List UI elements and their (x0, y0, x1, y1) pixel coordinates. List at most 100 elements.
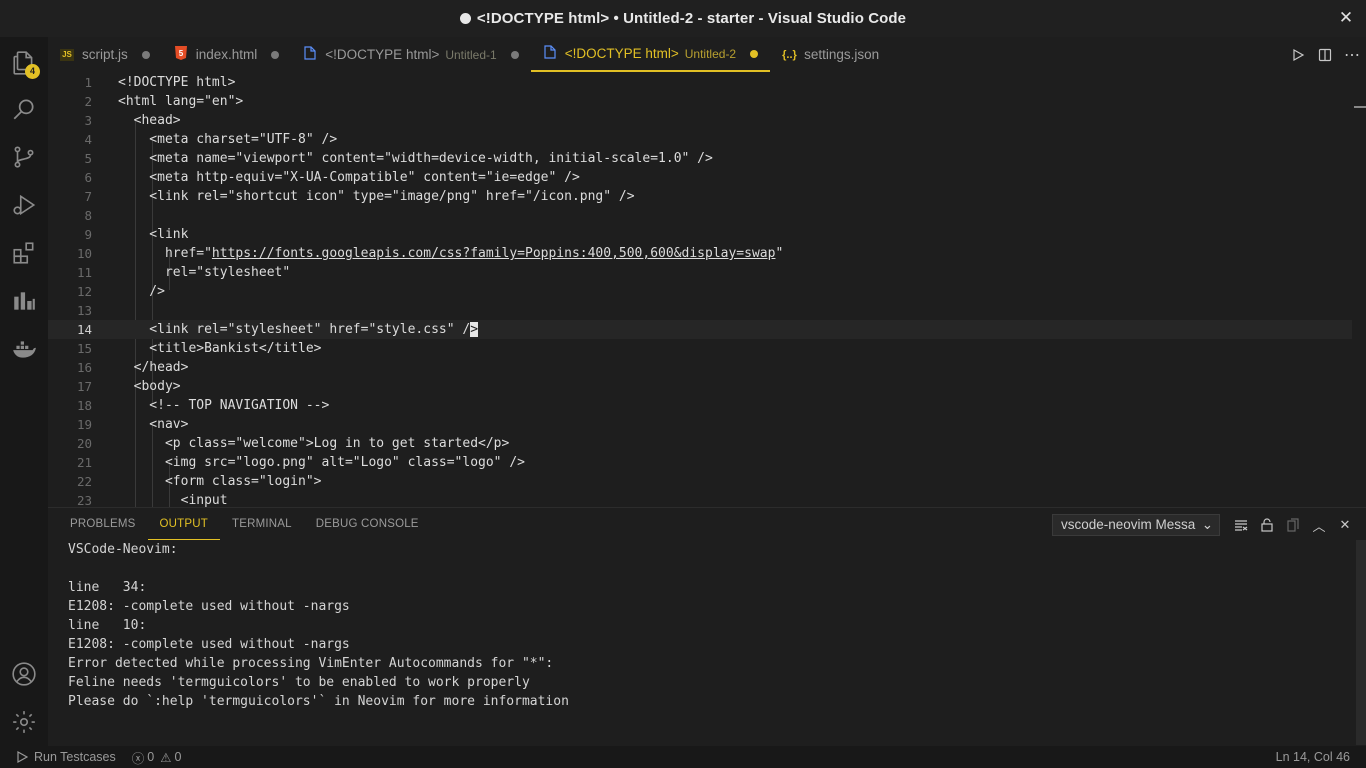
tab-terminal[interactable]: TERMINAL (220, 508, 304, 540)
settings-gear-icon[interactable] (0, 698, 48, 746)
cursor-position[interactable]: Ln 14, Col 46 (1276, 746, 1350, 768)
more-actions-icon[interactable]: ⋯ (1339, 42, 1365, 68)
code-text: rel="stylesheet" (118, 265, 291, 280)
code-text: <link rel="shortcut icon" type="image/pn… (118, 189, 635, 204)
code-line[interactable]: 18 <!-- TOP NAVIGATION --> (48, 396, 1352, 415)
line-number: 3 (84, 113, 92, 128)
code-line[interactable]: 4 <meta charset="UTF-8" /> (48, 130, 1352, 149)
tab-untitled-1[interactable]: <!DOCTYPE html> Untitled-1 (291, 37, 530, 72)
code-line[interactable]: 10 href="https://fonts.googleapis.com/cs… (48, 244, 1352, 263)
file-icon (303, 46, 317, 63)
tab-label: settings.json (804, 47, 880, 62)
line-number: 6 (84, 170, 92, 185)
modified-dot-icon[interactable] (510, 50, 519, 59)
line-number: 10 (76, 246, 92, 261)
code-line[interactable]: 11 rel="stylesheet" (48, 263, 1352, 282)
code-text: <meta name="viewport" content="width=dev… (118, 151, 713, 166)
code-line[interactable]: 22 <form class="login"> (48, 472, 1352, 491)
code-line[interactable]: 19 <nav> (48, 415, 1352, 434)
code-line[interactable]: 15 <title>Bankist</title> (48, 339, 1352, 358)
warning-count: 0 (174, 750, 182, 764)
panel-scrollbar[interactable] (1356, 540, 1366, 745)
tab-index-html[interactable]: 5 index.html (162, 37, 292, 72)
run-debug-icon[interactable] (0, 181, 48, 229)
close-panel-icon[interactable]: ✕ (1332, 514, 1358, 536)
code-line[interactable]: 1 <!DOCTYPE html> (48, 73, 1352, 92)
code-link[interactable]: https://fonts.googleapis.com/css?family=… (212, 246, 776, 261)
output-channel-select[interactable]: vscode-neovim Messa ⌄ (1052, 514, 1220, 536)
line-number: 2 (84, 94, 92, 109)
close-window-button[interactable]: ✕ (1336, 7, 1356, 29)
clear-output-icon[interactable] (1228, 514, 1254, 536)
tab-description: Untitled-1 (445, 47, 497, 62)
code-line[interactable]: 23 <input (48, 491, 1352, 507)
modified-dot-icon[interactable] (271, 50, 280, 59)
tab-problems[interactable]: PROBLEMS (58, 508, 148, 540)
file-icon (543, 45, 557, 62)
split-editor-icon[interactable] (1312, 42, 1338, 68)
code-line[interactable]: 12 /> (48, 282, 1352, 301)
line-number: 4 (84, 132, 92, 147)
tab-label: <!DOCTYPE html> (325, 47, 440, 62)
code-line[interactable]: 6 <meta http-equiv="X-UA-Compatible" con… (48, 168, 1352, 187)
search-icon[interactable] (0, 85, 48, 133)
tab-output[interactable]: OUTPUT (147, 508, 220, 540)
code-text: <link rel="stylesheet" href="style.css" … (118, 320, 479, 339)
code-text: <nav> (118, 417, 189, 432)
source-control-icon[interactable] (0, 133, 48, 181)
code-line[interactable]: 3 <head> (48, 111, 1352, 130)
lock-scroll-icon[interactable] (1254, 514, 1280, 536)
run-icon[interactable] (1285, 42, 1311, 68)
extensions-icon[interactable] (0, 229, 48, 277)
modified-dot-icon[interactable] (141, 50, 150, 59)
tab-script-js[interactable]: JS script.js (48, 37, 162, 72)
code-line[interactable]: 17 <body> (48, 377, 1352, 396)
code-text: <body> (118, 379, 181, 394)
chart-icon[interactable] (0, 277, 48, 325)
code-text: <meta charset="UTF-8" /> (118, 132, 338, 147)
text-cursor: > (470, 322, 479, 337)
open-log-file-icon[interactable] (1280, 514, 1306, 536)
code-line[interactable]: 20 <p class="welcome">Log in to get star… (48, 434, 1352, 453)
code-line[interactable]: 7 <link rel="shortcut icon" type="image/… (48, 187, 1352, 206)
code-text: <p class="welcome">Log in to get started… (118, 436, 510, 451)
docker-icon[interactable] (0, 325, 48, 373)
code-text: href="https://fonts.googleapis.com/css?f… (118, 244, 783, 263)
account-icon[interactable] (0, 650, 48, 698)
code-line[interactable]: 9 <link (48, 225, 1352, 244)
unsaved-dot-icon (459, 13, 471, 24)
warning-icon: ⚠ (160, 750, 172, 765)
modified-dot-icon[interactable] (750, 49, 759, 58)
output-line: Error detected while processing VimEnter… (68, 656, 554, 671)
code-editor[interactable]: 1 <!DOCTYPE html> 2 <html lang="en"> 3 <he… (48, 72, 1366, 507)
panel-tabs: PROBLEMS OUTPUT TERMINAL DEBUG CONSOLE (58, 508, 431, 540)
code-line[interactable]: 5 <meta name="viewport" content="width=d… (48, 149, 1352, 168)
line-number: 13 (76, 303, 92, 318)
line-number: 16 (76, 360, 92, 375)
editor-tabs: JS script.js 5 index.html <!DOCTYPE html… (48, 37, 1366, 72)
line-number: 1 (84, 75, 92, 90)
problems-status[interactable]: ⓧ 0 ⚠ 0 (132, 748, 182, 767)
bottom-panel: PROBLEMS OUTPUT TERMINAL DEBUG CONSOLE v… (48, 507, 1366, 746)
panel-actions: vscode-neovim Messa ⌄ ︿ ✕ (1052, 513, 1358, 537)
code-line[interactable]: 13 (48, 301, 1352, 320)
current-code-line[interactable]: 14 <link rel="stylesheet" href="style.cs… (48, 320, 1352, 339)
activity-bar: 4 (0, 37, 48, 746)
output-log: VSCode-Neovim: line 34: E1208: -complete… (68, 540, 1348, 711)
code-line[interactable]: 2 <html lang="en"> (48, 92, 1352, 111)
code-line[interactable]: 16 </head> (48, 358, 1352, 377)
error-count: 0 (147, 750, 155, 764)
window-title: <!DOCTYPE html> • Untitled-2 - starter -… (476, 10, 907, 27)
tab-untitled-2[interactable]: <!DOCTYPE html> Untitled-2 (530, 37, 771, 72)
explorer-icon[interactable]: 4 (0, 39, 48, 87)
maximize-panel-icon[interactable]: ︿ (1306, 514, 1332, 536)
tab-settings-json[interactable]: {..} settings.json (770, 37, 891, 72)
line-number: 11 (76, 265, 92, 280)
code-text: </head> (118, 360, 189, 375)
code-text: <form class="login"> (118, 474, 322, 489)
tab-debug-console[interactable]: DEBUG CONSOLE (304, 508, 431, 540)
html5-file-icon: 5 (174, 46, 188, 63)
run-testcases-button[interactable]: Run Testcases (16, 750, 116, 764)
code-line[interactable]: 21 <img src="logo.png" alt="Logo" class=… (48, 453, 1352, 472)
code-line[interactable]: 8 (48, 206, 1352, 225)
